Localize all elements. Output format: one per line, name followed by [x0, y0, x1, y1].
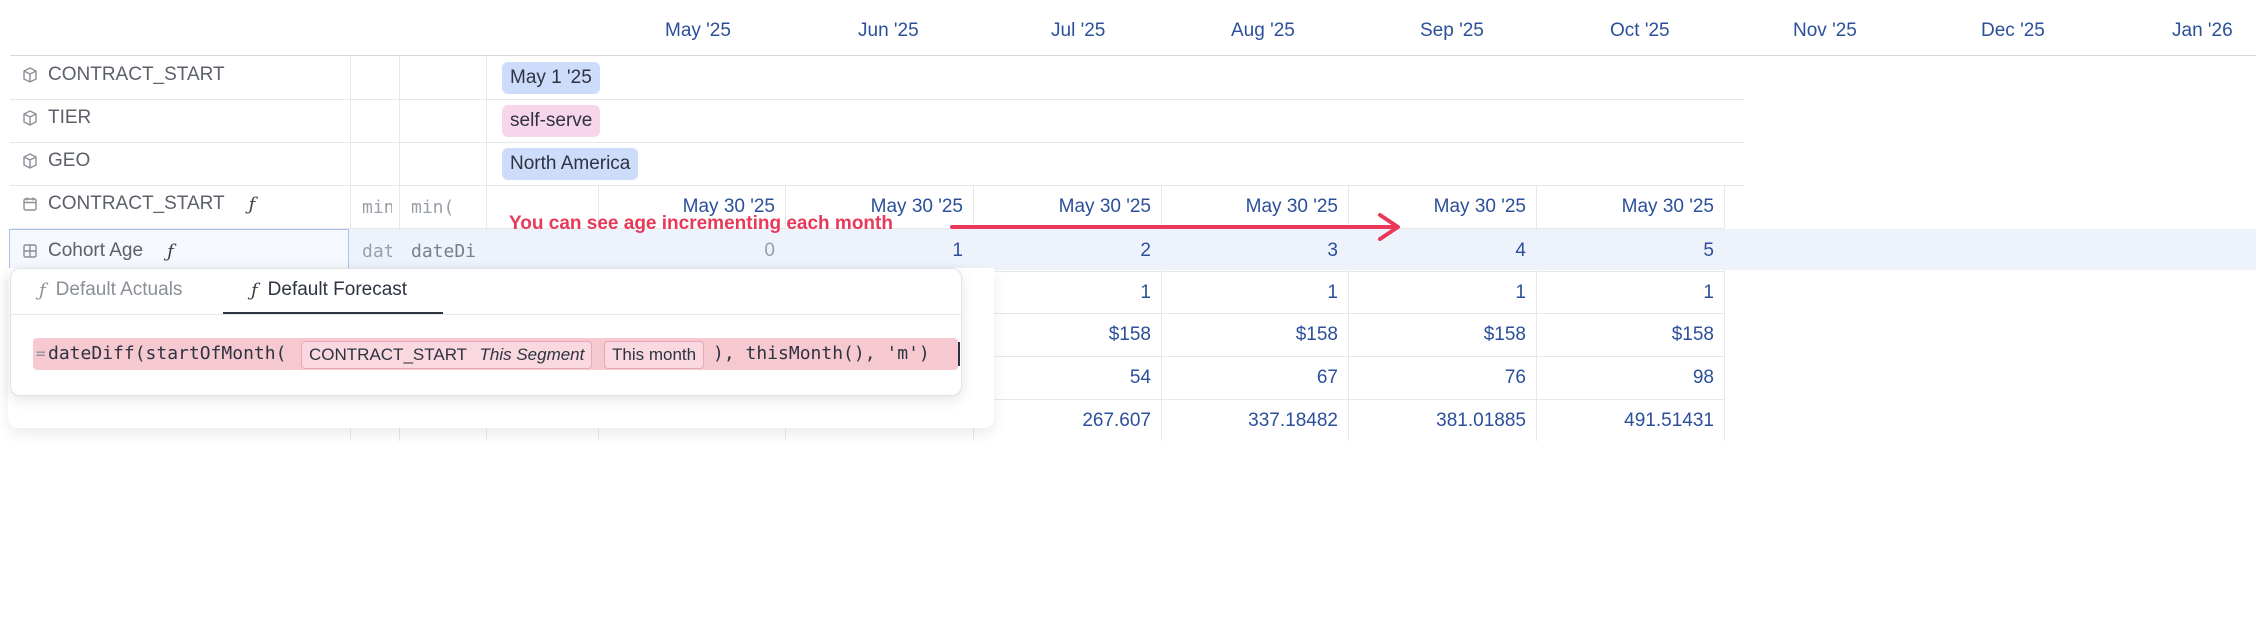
data-cell[interactable]: 267.607 — [976, 410, 1151, 432]
data-cell[interactable]: 98 — [1539, 367, 1714, 389]
tab-label: Default Forecast — [267, 279, 408, 300]
month-header: Aug '25 — [1231, 20, 1295, 41]
tab-default-actuals[interactable]: ƒ Default Actuals — [39, 279, 182, 301]
geo-pill[interactable]: North America — [502, 148, 639, 180]
cohort-age-cell[interactable]: 5 — [1539, 240, 1714, 262]
row-divider — [970, 356, 1724, 357]
calendar-icon — [23, 197, 37, 211]
aggregation-cell[interactable]: dateDi — [411, 241, 475, 262]
aggregation-cell[interactable]: min( — [411, 197, 475, 218]
row-divider — [970, 313, 1724, 314]
month-header: Jul '25 — [1051, 20, 1106, 41]
data-cell[interactable]: 491.51431 — [1539, 410, 1714, 432]
row-label-text: TIER — [48, 107, 92, 128]
dimension-row-label[interactable]: TIER — [22, 107, 91, 129]
row-divider — [10, 99, 1744, 100]
annotation-arrow — [950, 213, 1400, 241]
aggregation-cell[interactable]: min — [362, 197, 392, 218]
formula-icon: ƒ — [251, 279, 258, 301]
row-divider — [970, 399, 1724, 400]
contract-start-row-label[interactable]: CONTRACT_START ƒ — [22, 193, 255, 215]
cube-icon — [23, 67, 37, 83]
formula-input[interactable]: = dateDiff(startOfMonth( CONTRACT_START … — [33, 338, 961, 370]
month-header: May '25 — [665, 20, 731, 41]
tab-label: Default Actuals — [55, 279, 183, 300]
month-header: Oct '25 — [1610, 20, 1670, 41]
data-cell[interactable]: 67 — [1163, 367, 1338, 389]
tier-pill[interactable]: self-serve — [502, 105, 601, 137]
month-header: Sep '25 — [1420, 20, 1484, 41]
formula-icon: ƒ — [167, 240, 174, 262]
formula-prefix: dateDiff(startOfMonth( — [48, 343, 287, 364]
month-header: Nov '25 — [1793, 20, 1857, 41]
formula-icon: ƒ — [248, 193, 256, 215]
text-cursor — [958, 342, 960, 366]
date-cell[interactable]: May 30 '25 — [1539, 196, 1714, 218]
formula-token-driver[interactable]: CONTRACT_START This Segment — [301, 341, 593, 369]
header-divider — [10, 55, 2256, 56]
data-cell[interactable]: 1 — [976, 282, 1151, 304]
tab-default-forecast[interactable]: ƒ Default Forecast — [251, 279, 407, 301]
token-name: CONTRACT_START — [309, 345, 467, 364]
month-header: Dec '25 — [1981, 20, 2045, 41]
tab-divider — [11, 314, 961, 315]
column-divider — [1536, 185, 1537, 441]
formula-equals: = — [36, 344, 46, 363]
month-header: Jun '25 — [858, 20, 919, 41]
cohort-age-cell[interactable]: 0 — [600, 240, 775, 262]
cube-icon — [23, 153, 37, 169]
data-cell[interactable]: 76 — [1351, 367, 1526, 389]
timeline-header: May '25 Jun '25 Jul '25 Aug '25 Sep '25 … — [0, 0, 2256, 56]
dimension-row-label[interactable]: GEO — [22, 150, 90, 172]
data-cell[interactable]: $158 — [1539, 324, 1714, 346]
data-cell[interactable]: 54 — [976, 367, 1151, 389]
column-divider — [1724, 185, 1725, 441]
dimension-row-label[interactable]: CONTRACT_START — [22, 64, 225, 86]
row-divider — [10, 185, 1744, 186]
formula-icon: ƒ — [39, 279, 46, 301]
data-cell[interactable]: 1 — [1351, 282, 1526, 304]
data-cell[interactable]: $158 — [1163, 324, 1338, 346]
row-label-text: GEO — [48, 150, 91, 171]
token-segment: This Segment — [479, 345, 585, 364]
data-cell[interactable]: 1 — [1539, 282, 1714, 304]
cohort-age-row-label[interactable]: Cohort Age ƒ — [22, 240, 174, 262]
aggregation-cell[interactable]: dat — [362, 241, 392, 262]
annotation-text: You can see age incrementing each month — [509, 213, 893, 234]
data-cell[interactable]: $158 — [976, 324, 1151, 346]
row-label-text: Cohort Age — [48, 240, 144, 261]
data-cell[interactable]: 337.18482 — [1163, 410, 1338, 432]
grid-icon — [23, 244, 37, 258]
formula-token-time[interactable]: This month — [604, 341, 705, 369]
data-cell[interactable]: 381.01885 — [1351, 410, 1526, 432]
data-cell[interactable]: $158 — [1351, 324, 1526, 346]
row-label-text: CONTRACT_START — [48, 64, 225, 85]
month-header: Jan '26 — [2172, 20, 2233, 41]
date-pill[interactable]: May 1 '25 — [502, 62, 600, 94]
formula-suffix: ), thisMonth(), 'm') — [713, 343, 930, 364]
row-divider — [10, 142, 1744, 143]
cube-icon — [23, 110, 37, 126]
formula-editor-popup: ƒ Default Actuals ƒ Default Forecast = d… — [10, 268, 962, 396]
row-label-text: CONTRACT_START — [48, 193, 225, 214]
cohort-age-cell[interactable]: 1 — [788, 240, 963, 262]
data-cell[interactable]: 1 — [1163, 282, 1338, 304]
